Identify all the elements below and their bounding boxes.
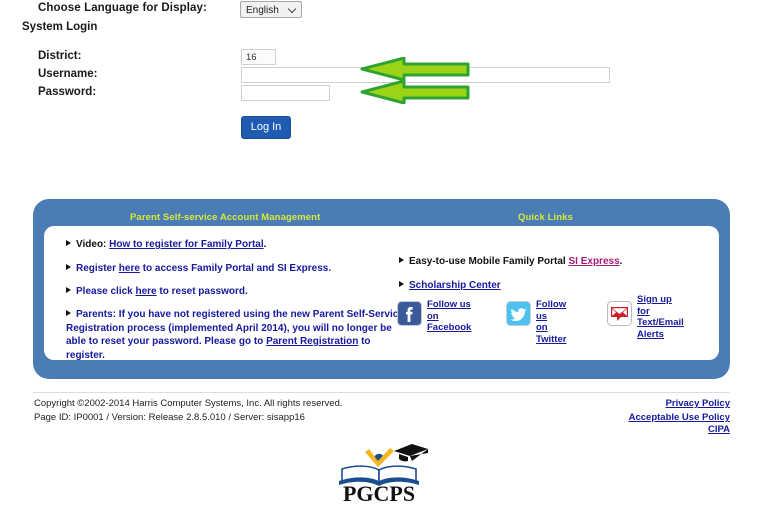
bullet-triangle-icon xyxy=(66,287,71,293)
graduation-cap-icon xyxy=(394,444,428,462)
row-reset-password: Please click here to reset password. xyxy=(66,286,248,297)
how-to-register-link[interactable]: How to register for Family Portal xyxy=(109,239,263,250)
language-label: Choose Language for Display: xyxy=(38,2,207,14)
email-alert-label-line3[interactable]: Alerts xyxy=(637,329,684,341)
email-alert-label-line2[interactable]: Text/Email xyxy=(637,317,684,329)
panel-heading-quick-links: Quick Links xyxy=(518,212,573,223)
email-alert-icon[interactable] xyxy=(607,301,632,326)
row-scholarship: Scholarship Center xyxy=(399,280,501,291)
password-label: Password: xyxy=(38,86,97,98)
siexpress-prefix: Easy-to-use Mobile Family Portal xyxy=(409,256,569,267)
email-alert-label-line1[interactable]: Sign up for xyxy=(637,294,684,317)
facebook-label-line1[interactable]: Follow us on xyxy=(427,299,471,322)
username-input[interactable] xyxy=(241,67,610,83)
footer-copyright: Copyright ©2002-2014 Harris Computer Sys… xyxy=(34,398,343,409)
info-panel: Parent Self-service Account Management Q… xyxy=(33,199,730,379)
system-login-heading: System Login xyxy=(22,21,98,33)
twitter-label[interactable]: Follow us on Twitter xyxy=(536,299,566,345)
parent-registration-link[interactable]: Parent Registration xyxy=(266,336,358,347)
register-here-link[interactable]: here xyxy=(119,263,140,274)
username-label: Username: xyxy=(38,68,98,80)
twitter-label-line1[interactable]: Follow us xyxy=(536,299,566,322)
social-links-row: Follow us on Facebook Follow us on Twitt… xyxy=(397,294,717,345)
reset-suffix: to reset password. xyxy=(156,286,248,297)
video-prefix: Video: xyxy=(76,239,110,250)
panel-inner-white: Video: How to register for Family Portal… xyxy=(44,226,719,362)
cipa-link[interactable]: CIPA xyxy=(708,424,730,435)
facebook-icon[interactable] xyxy=(397,301,422,326)
language-select[interactable]: English xyxy=(240,1,302,18)
si-express-link[interactable]: SI Express xyxy=(568,256,619,267)
siexpress-suffix: . xyxy=(619,256,623,267)
chevron-down-icon xyxy=(289,6,296,13)
language-selected-value: English xyxy=(246,5,279,16)
footer-divider xyxy=(33,392,730,393)
language-row: Choose Language for Display: English xyxy=(0,0,768,22)
row-video: Video: How to register for Family Portal… xyxy=(66,239,266,250)
login-form-area: Choose Language for Display: English Sys… xyxy=(0,0,768,190)
facebook-label[interactable]: Follow us on Facebook xyxy=(427,299,471,334)
privacy-policy-link[interactable]: Privacy Policy xyxy=(666,398,730,409)
district-label: District: xyxy=(38,50,82,62)
login-button[interactable]: Log In xyxy=(241,116,291,139)
email-alert-label[interactable]: Sign up for Text/Email Alerts xyxy=(637,294,684,340)
row-parents-notice: Parents: If you have not registered usin… xyxy=(66,308,406,362)
register-prefix: Register xyxy=(76,263,119,274)
annotation-arrow-password-icon xyxy=(360,80,470,104)
row-register: Register here to access Family Portal an… xyxy=(66,263,331,274)
twitter-label-line2[interactable]: on Twitter xyxy=(536,322,566,345)
register-suffix: to access Family Portal and SI Express. xyxy=(139,263,332,274)
bullet-triangle-icon xyxy=(66,264,71,270)
bullet-triangle-icon xyxy=(399,281,404,287)
scholarship-center-link[interactable]: Scholarship Center xyxy=(409,280,501,291)
reset-here-link[interactable]: here xyxy=(136,286,157,297)
facebook-label-line2[interactable]: Facebook xyxy=(427,322,471,334)
bullet-triangle-icon xyxy=(66,310,71,316)
bullet-triangle-icon xyxy=(66,240,71,246)
pgcps-logo: PGCPS xyxy=(339,444,428,506)
row-si-express: Easy-to-use Mobile Family Portal SI Expr… xyxy=(399,256,622,267)
logo-wordmark: PGCPS xyxy=(343,481,415,506)
video-suffix: . xyxy=(263,239,267,250)
footer-page-info: Page ID: IP0001 / Version: Release 2.8.5… xyxy=(34,412,305,423)
acceptable-use-policy-link[interactable]: Acceptable Use Policy xyxy=(629,412,730,423)
twitter-icon[interactable] xyxy=(506,301,531,326)
panel-heading-parent-selfservice: Parent Self-service Account Management xyxy=(130,212,321,223)
password-input[interactable] xyxy=(241,85,330,101)
reset-prefix: Please click xyxy=(76,286,136,297)
student-figure-icon xyxy=(365,448,394,467)
bullet-triangle-icon xyxy=(399,257,404,263)
district-input[interactable] xyxy=(241,49,276,65)
